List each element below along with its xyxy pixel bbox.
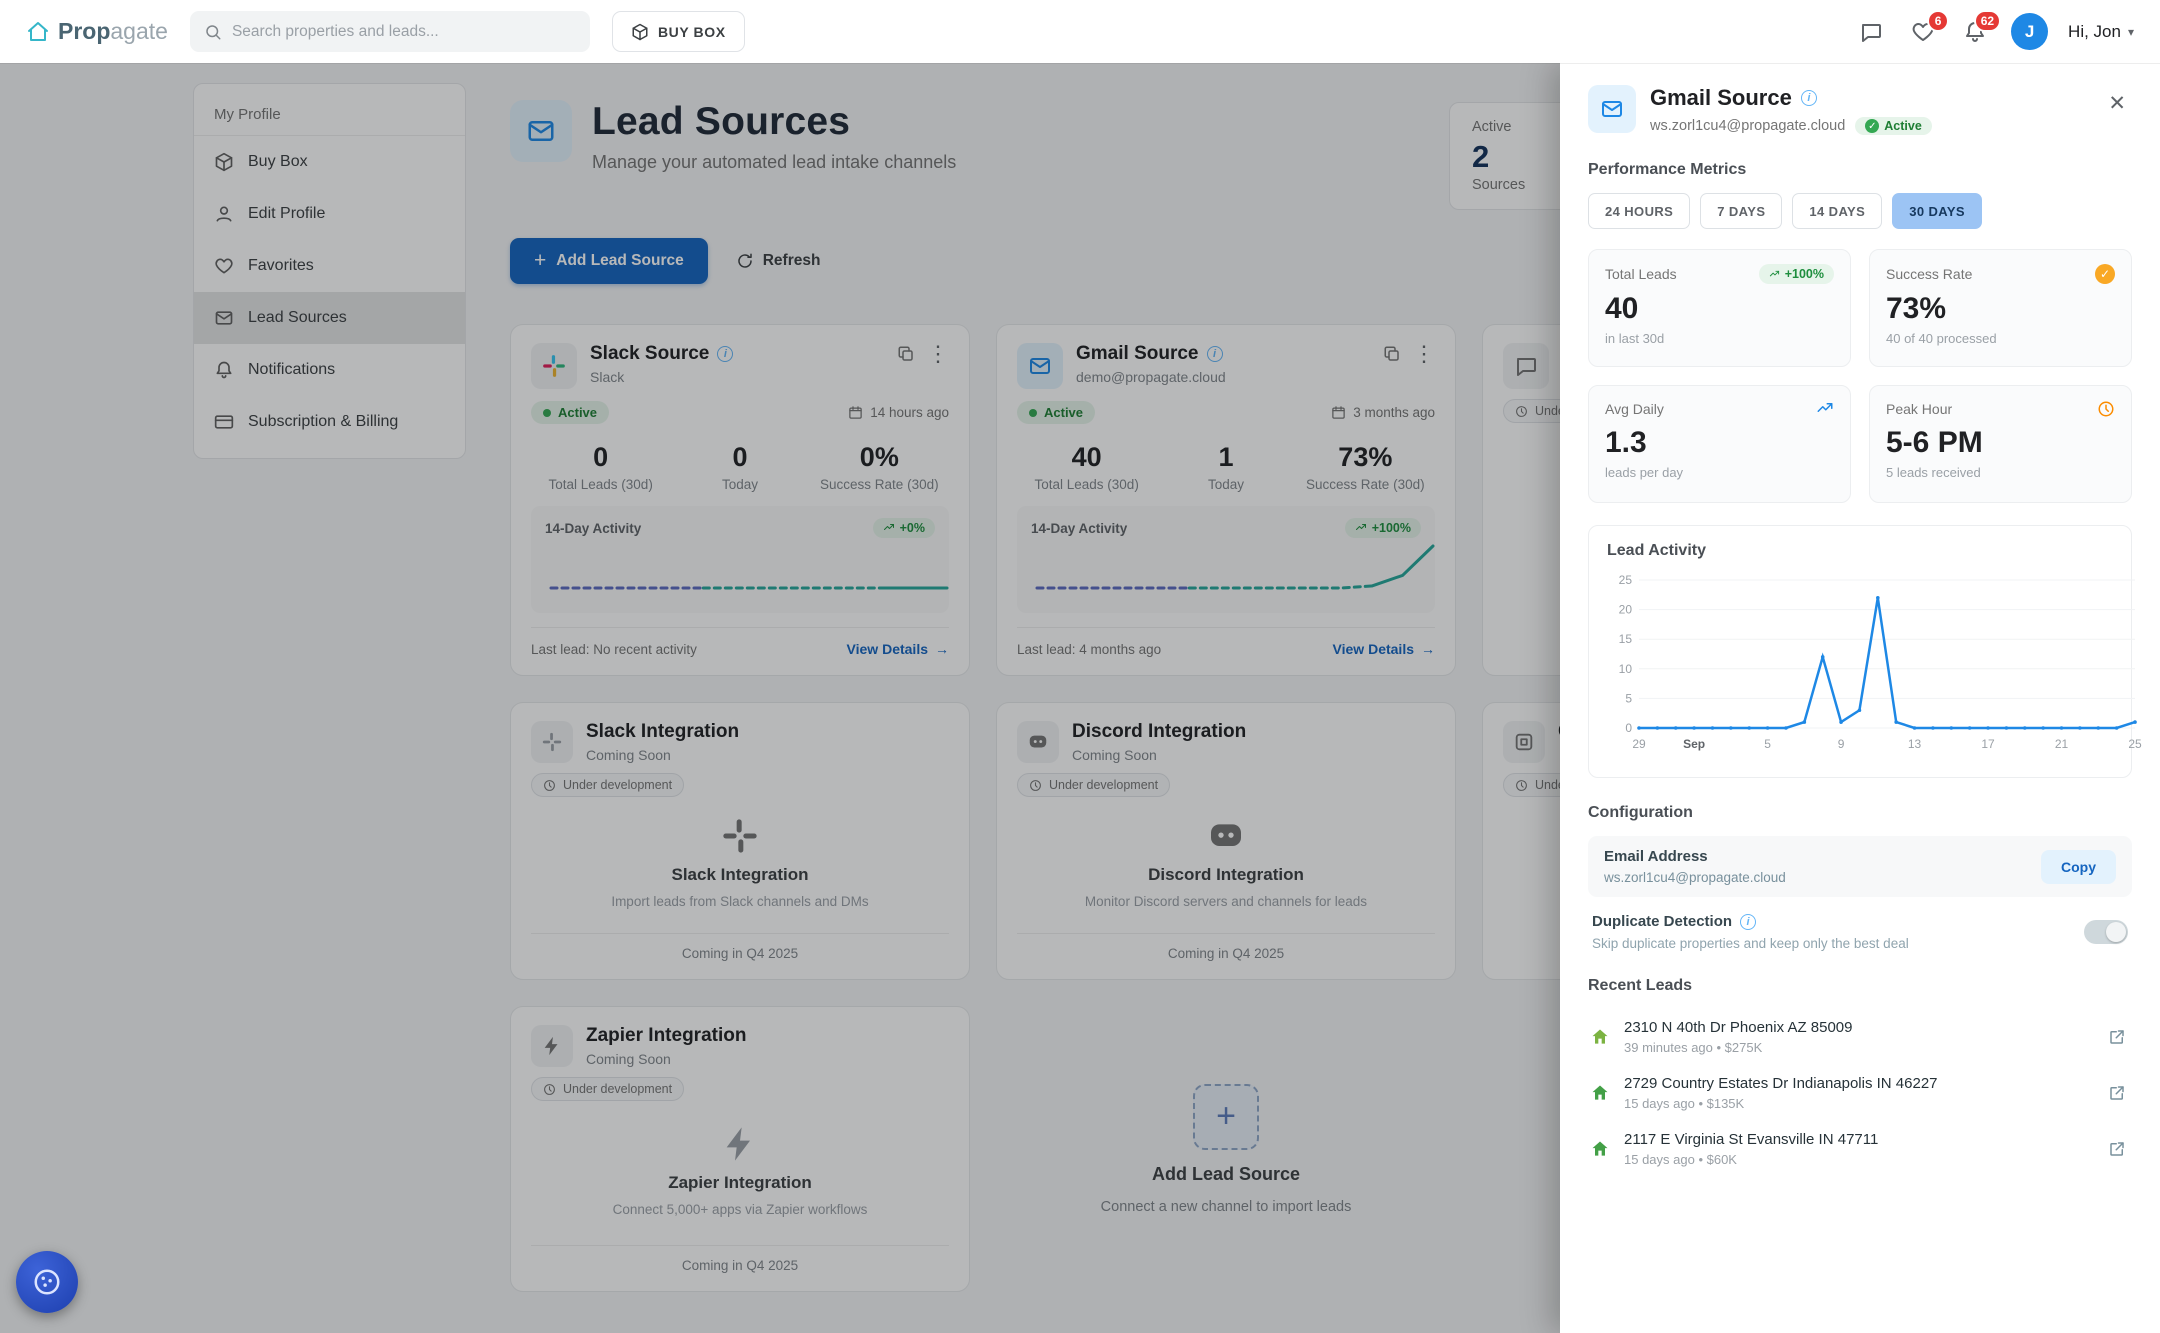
status-badge: ✓Active [1855, 117, 1932, 135]
topbar-right: 6 62 J Hi, Jon ▾ [1855, 13, 2134, 50]
buy-box-button[interactable]: BUY BOX [612, 11, 745, 52]
avatar[interactable]: J [2011, 13, 2048, 50]
gmail-source-drawer: Gmail Source i ws.zorl1cu4@propagate.clou… [1560, 63, 2160, 1333]
house-icon [1590, 1139, 1610, 1159]
house-icon [1590, 1083, 1610, 1103]
duplicate-detection-label: Duplicate Detection [1592, 913, 1732, 930]
global-search[interactable] [190, 11, 590, 52]
lead-activity-chart: 0 5 10 15 20 25 29 Sep 5 9 13 17 21 25 [1607, 570, 2145, 756]
chat-icon [1859, 20, 1883, 44]
email-address-label: Email Address [1604, 848, 1786, 865]
metric-success-rate: Success Rate ✓ 73% 40 of 40 processed [1869, 249, 2132, 367]
chevron-down-icon: ▾ [2128, 25, 2134, 39]
metric-avg-daily: Avg Daily 1.3 leads per day [1588, 385, 1851, 503]
trend-up-icon [1769, 269, 1780, 280]
email-address-value: ws.zorl1cu4@propagate.cloud [1604, 870, 1786, 885]
duplicate-detection-description: Skip duplicate properties and keep only … [1592, 936, 1909, 951]
gmail-icon [1588, 85, 1636, 133]
svg-text:25: 25 [1619, 573, 1633, 587]
tab-24-hours[interactable]: 24 HOURS [1588, 193, 1690, 229]
info-icon[interactable]: i [1740, 914, 1756, 930]
email-address-row: Email Address ws.zorl1cu4@propagate.clou… [1588, 836, 2132, 897]
svg-text:Sep: Sep [1683, 737, 1705, 751]
favorites-button[interactable]: 6 [1907, 16, 1939, 48]
lead-activity-card: Lead Activity 051015202529Sep5913172125 [1588, 525, 2132, 778]
tab-14-days[interactable]: 14 DAYS [1792, 193, 1882, 229]
check-circle-icon: ✓ [2095, 264, 2115, 284]
chart-title: Lead Activity [1607, 542, 2113, 560]
notifications-button[interactable]: 62 [1959, 16, 1991, 48]
topbar: Propagate BUY BOX 6 62 J Hi, Jon ▾ [0, 0, 2160, 63]
metric-total-leads: Total Leads +100% 40 in last 30d [1588, 249, 1851, 367]
external-link-icon[interactable] [2104, 1136, 2130, 1162]
check-icon: ✓ [1865, 119, 1879, 133]
duplicate-detection-row: Duplicate Detection i Skip duplicate prop… [1588, 897, 2132, 951]
logo-text-suffix: agate [110, 18, 168, 44]
external-link-icon[interactable] [2104, 1024, 2130, 1050]
drawer-title: Gmail Source [1650, 85, 1792, 111]
svg-text:15: 15 [1619, 632, 1633, 646]
recent-lead-item[interactable]: 2729 Country Estates Dr Indianapolis IN … [1588, 1065, 2132, 1121]
duplicate-detection-toggle[interactable] [2084, 920, 2128, 944]
box-icon [631, 23, 649, 41]
recent-lead-item[interactable]: 2117 E Virginia St Evansville IN 47711 1… [1588, 1121, 2132, 1177]
tab-7-days[interactable]: 7 DAYS [1700, 193, 1782, 229]
metric-peak-hour: Peak Hour 5-6 PM 5 leads received [1869, 385, 2132, 503]
svg-text:10: 10 [1619, 662, 1633, 676]
clock-icon [2097, 400, 2115, 418]
svg-text:9: 9 [1838, 737, 1845, 751]
recent-leads-section-title: Recent Leads [1588, 977, 2132, 995]
greeting-text: Hi, Jon [2068, 22, 2121, 42]
svg-text:20: 20 [1619, 603, 1633, 617]
app-logo[interactable]: Propagate [26, 18, 168, 45]
recent-lead-item[interactable]: 2310 N 40th Dr Phoenix AZ 85009 39 minut… [1588, 1009, 2132, 1065]
logo-house-icon [26, 20, 50, 44]
buy-box-label: BUY BOX [658, 24, 726, 40]
search-icon [204, 23, 222, 41]
tab-30-days[interactable]: 30 DAYS [1892, 193, 1982, 229]
logo-text-prefix: Prop [58, 18, 110, 44]
info-icon[interactable]: i [1801, 90, 1817, 106]
drawer-email: ws.zorl1cu4@propagate.cloud [1650, 118, 1845, 134]
notifications-badge: 62 [1974, 10, 2001, 32]
svg-text:13: 13 [1908, 737, 1922, 751]
trend-up-icon [1816, 400, 1834, 418]
cookie-icon [32, 1267, 62, 1297]
svg-text:29: 29 [1632, 737, 1646, 751]
user-menu[interactable]: Hi, Jon ▾ [2068, 22, 2134, 42]
period-tabs: 24 HOURS 7 DAYS 14 DAYS 30 DAYS [1588, 193, 2132, 229]
chat-button[interactable] [1855, 16, 1887, 48]
toggle-knob [2106, 922, 2126, 942]
svg-text:0: 0 [1625, 721, 1632, 735]
trend-badge: +100% [1759, 264, 1834, 284]
svg-text:17: 17 [1981, 737, 1995, 751]
metrics-section-title: Performance Metrics [1588, 161, 2132, 179]
search-input[interactable] [232, 23, 576, 41]
configuration-section-title: Configuration [1588, 804, 2132, 822]
house-icon [1590, 1027, 1610, 1047]
svg-text:21: 21 [2055, 737, 2069, 751]
cookie-consent-button[interactable] [16, 1251, 78, 1313]
svg-text:5: 5 [1625, 691, 1632, 705]
svg-text:25: 25 [2128, 737, 2142, 751]
external-link-icon[interactable] [2104, 1080, 2130, 1106]
favorites-badge: 6 [1927, 10, 1949, 32]
close-icon[interactable]: ✕ [2102, 85, 2132, 122]
copy-button[interactable]: Copy [2041, 850, 2116, 884]
svg-text:5: 5 [1764, 737, 1771, 751]
